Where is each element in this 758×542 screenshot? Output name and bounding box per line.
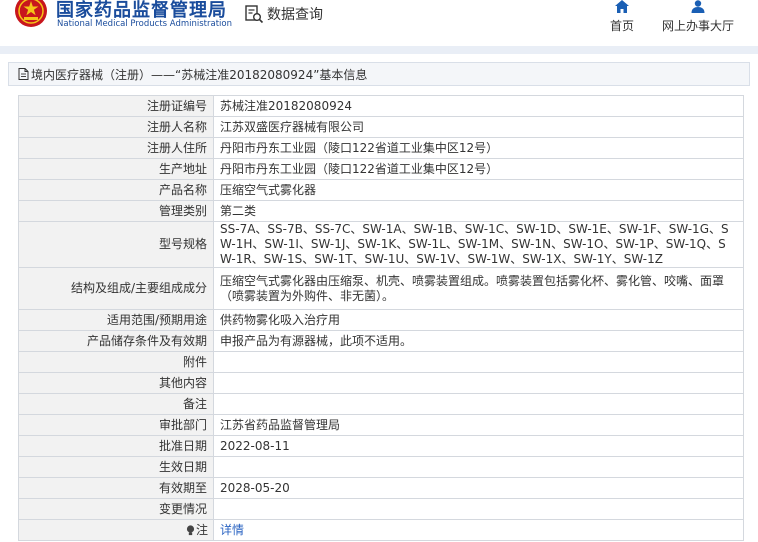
- table-row: 批准日期 2022-08-11: [18, 435, 744, 457]
- field-value: 供药物雾化吸入治疗用: [213, 309, 744, 331]
- field-label: 备注: [18, 393, 214, 415]
- field-value: 2022-08-11: [213, 435, 744, 457]
- table-row: 附件: [18, 351, 744, 373]
- field-value: 压缩空气式雾化器由压缩泵、机壳、喷雾装置组成。喷雾装置包括雾化杯、雾化管、咬嘴、…: [213, 267, 744, 310]
- table-row: 变更情况: [18, 498, 744, 520]
- national-emblem-icon: [15, 0, 47, 27]
- field-label: 产品名称: [18, 179, 214, 201]
- field-value: [213, 351, 744, 373]
- nav-home[interactable]: 首页: [607, 0, 637, 34]
- lightbulb-icon: [186, 524, 195, 535]
- table-row: 产品名称 压缩空气式雾化器: [18, 179, 744, 201]
- table-row: 生效日期: [18, 456, 744, 478]
- field-value: 2028-05-20: [213, 477, 744, 499]
- table-row: 注 详情: [18, 519, 744, 541]
- note-label: 注: [195, 522, 208, 537]
- field-value: [213, 456, 744, 478]
- field-label: 产品储存条件及有效期: [18, 330, 214, 352]
- table-row: 型号规格 SS-7A、SS-7B、SS-7C、SW-1A、SW-1B、SW-1C、…: [18, 221, 744, 268]
- note-value-cell: 详情: [213, 519, 744, 541]
- table-row: 备注: [18, 393, 744, 415]
- table-row: 有效期至 2028-05-20: [18, 477, 744, 499]
- field-label: 变更情况: [18, 498, 214, 520]
- table-row: 产品储存条件及有效期 申报产品为有源器械，此项不适用。: [18, 330, 744, 352]
- nav-home-label: 首页: [609, 19, 634, 33]
- field-label: 生效日期: [18, 456, 214, 478]
- header-divider: [0, 46, 758, 54]
- field-label: 型号规格: [18, 221, 214, 268]
- field-value: 申报产品为有源器械，此项不适用。: [213, 330, 744, 352]
- table-row: 注册人名称 江苏双盛医疗器械有限公司: [18, 116, 744, 138]
- user-icon: [691, 0, 705, 13]
- field-value: SS-7A、SS-7B、SS-7C、SW-1A、SW-1B、SW-1C、SW-1…: [213, 221, 744, 268]
- table-row: 生产地址 丹阳市丹东工业园（陵口122省道工业集中区12号）: [18, 158, 744, 180]
- field-label: 审批部门: [18, 414, 214, 436]
- table-row: 适用范围/预期用途 供药物雾化吸入治疗用: [18, 309, 744, 331]
- details-link[interactable]: 详情: [220, 523, 244, 537]
- site-logo-subtitle: National Medical Products Administration: [57, 19, 232, 29]
- field-label: 其他内容: [18, 372, 214, 394]
- table-row: 其他内容: [18, 372, 744, 394]
- table-row: 注册证编号 苏械注准20182080924: [18, 95, 744, 117]
- data-query-label: 数据查询: [267, 7, 323, 23]
- field-value: 江苏双盛医疗器械有限公司: [213, 116, 744, 138]
- field-label: 有效期至: [18, 477, 214, 499]
- field-label: 附件: [18, 351, 214, 373]
- field-value: [213, 372, 744, 394]
- field-label: 管理类别: [18, 200, 214, 222]
- nav-online-service-hall-label: 网上办事大厅: [661, 19, 734, 33]
- field-value: 江苏省药品监督管理局: [213, 414, 744, 436]
- table-row: 结构及组成/主要组成成分 压缩空气式雾化器由压缩泵、机壳、喷雾装置组成。喷雾装置包…: [18, 267, 744, 310]
- breadcrumb-text: 境内医疗器械（注册）——“苏械注准20182080924”基本信息: [31, 67, 368, 82]
- field-value: 压缩空气式雾化器: [213, 179, 744, 201]
- field-value: [213, 498, 744, 520]
- search-document-icon: [245, 5, 264, 24]
- note-label-cell: 注: [18, 519, 214, 541]
- field-label: 注册证编号: [18, 95, 214, 117]
- registration-detail-table: 注册证编号 苏械注准20182080924 注册人名称 江苏双盛医疗器械有限公司 注…: [18, 95, 744, 541]
- document-icon: [18, 68, 29, 80]
- field-value: 苏械注准20182080924: [213, 95, 744, 117]
- home-icon: [615, 0, 629, 13]
- data-query-link[interactable]: 数据查询: [244, 4, 323, 24]
- field-label: 批准日期: [18, 435, 214, 457]
- table-row: 审批部门 江苏省药品监督管理局: [18, 414, 744, 436]
- field-label: 结构及组成/主要组成成分: [18, 267, 214, 310]
- nav-online-service-hall[interactable]: 网上办事大厅: [660, 0, 736, 34]
- field-label: 适用范围/预期用途: [18, 309, 214, 331]
- table-row: 注册人住所 丹阳市丹东工业园（陵口122省道工业集中区12号）: [18, 137, 744, 159]
- field-label: 生产地址: [18, 158, 214, 180]
- field-value: 丹阳市丹东工业园（陵口122省道工业集中区12号）: [213, 158, 744, 180]
- field-value: 丹阳市丹东工业园（陵口122省道工业集中区12号）: [213, 137, 744, 159]
- field-label: 注册人住所: [18, 137, 214, 159]
- field-label: 注册人名称: [18, 116, 214, 138]
- table-row: 管理类别 第二类: [18, 200, 744, 222]
- site-header: 国家药品监督管理局 National Medical Products Admi…: [0, 0, 758, 46]
- breadcrumb: 境内医疗器械（注册）——“苏械注准20182080924”基本信息: [8, 62, 750, 86]
- field-value: 第二类: [213, 200, 744, 222]
- field-value: [213, 393, 744, 415]
